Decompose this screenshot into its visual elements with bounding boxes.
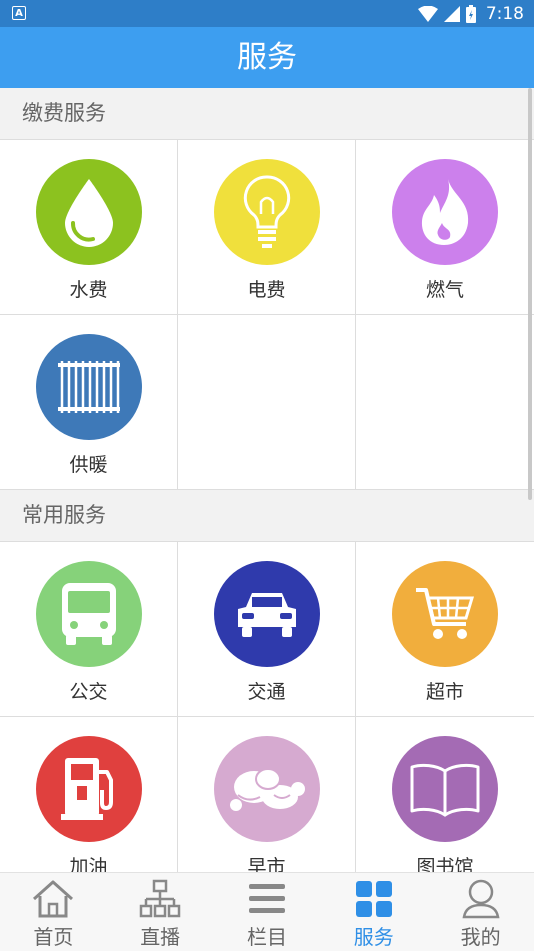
services-content[interactable]: 缴费服务 水费 电费 燃气 供暖 常用服务 公交 交通 超市 加油 早市 图书馆 [0, 88, 534, 872]
scrollbar[interactable] [528, 88, 532, 500]
status-bar: A 7:18 [0, 0, 534, 27]
nav-label: 直播 [140, 925, 181, 949]
nav-live[interactable]: 直播 [107, 873, 214, 951]
user-icon [459, 879, 503, 919]
wifi-icon [417, 5, 438, 22]
service-heating[interactable]: 供暖 [0, 315, 177, 490]
service-library[interactable]: 图书馆 [356, 717, 534, 872]
nav-label: 栏目 [246, 925, 287, 949]
service-morning-market[interactable]: 早市 [178, 717, 355, 872]
service-label: 早市 [247, 856, 286, 872]
nav-label: 首页 [33, 925, 74, 949]
battery-icon [465, 4, 476, 23]
service-gas[interactable]: 燃气 [356, 140, 534, 315]
nav-columns[interactable]: 栏目 [214, 873, 321, 951]
status-indicators: 7:18 [417, 0, 524, 27]
grid-squares-icon [352, 879, 396, 919]
home-icon [31, 879, 75, 919]
nav-mine[interactable]: 我的 [427, 873, 534, 951]
section-header-common: 常用服务 [0, 490, 534, 542]
section-header-payment: 缴费服务 [0, 88, 534, 140]
service-label: 加油 [69, 856, 108, 872]
service-label: 供暖 [69, 454, 108, 476]
radiator-icon [35, 334, 142, 440]
service-traffic[interactable]: 交通 [178, 542, 355, 717]
service-water[interactable]: 水费 [0, 140, 177, 315]
flame-icon [392, 159, 498, 265]
service-label: 交通 [247, 681, 286, 703]
nav-home[interactable]: 首页 [0, 873, 107, 951]
page-title: 服务 [0, 27, 534, 88]
water-drop-icon [35, 159, 142, 265]
service-label: 图书馆 [416, 856, 474, 872]
service-label: 公交 [69, 681, 108, 703]
menu-lines-icon [245, 879, 289, 919]
status-time: 7:18 [485, 3, 524, 24]
vegetables-icon [213, 736, 320, 842]
service-fuel[interactable]: 加油 [0, 717, 177, 872]
bottom-nav: 首页 直播 栏目 服务 我的 [0, 872, 534, 951]
nav-label: 我的 [460, 925, 501, 949]
service-bus[interactable]: 公交 [0, 542, 177, 717]
empty-cell [178, 315, 355, 490]
service-label: 水费 [69, 279, 108, 301]
shopping-cart-icon [392, 561, 498, 667]
service-supermarket[interactable]: 超市 [356, 542, 534, 717]
book-icon [392, 736, 498, 842]
nav-label: 服务 [353, 925, 394, 949]
car-icon [213, 561, 320, 667]
nav-services[interactable]: 服务 [320, 873, 427, 951]
bus-icon [35, 561, 142, 667]
service-label: 超市 [425, 681, 464, 703]
app-notification-icon: A [12, 6, 26, 20]
common-services-grid: 公交 交通 超市 加油 早市 图书馆 [0, 542, 534, 872]
empty-cell [356, 315, 534, 490]
service-label: 燃气 [425, 279, 464, 301]
signal-icon [443, 5, 460, 22]
service-label: 电费 [247, 279, 286, 301]
fuel-pump-icon [35, 736, 142, 842]
payment-services-grid: 水费 电费 燃气 供暖 [0, 140, 534, 490]
hierarchy-icon [138, 879, 182, 919]
light-bulb-icon [213, 159, 320, 265]
service-electricity[interactable]: 电费 [178, 140, 355, 315]
